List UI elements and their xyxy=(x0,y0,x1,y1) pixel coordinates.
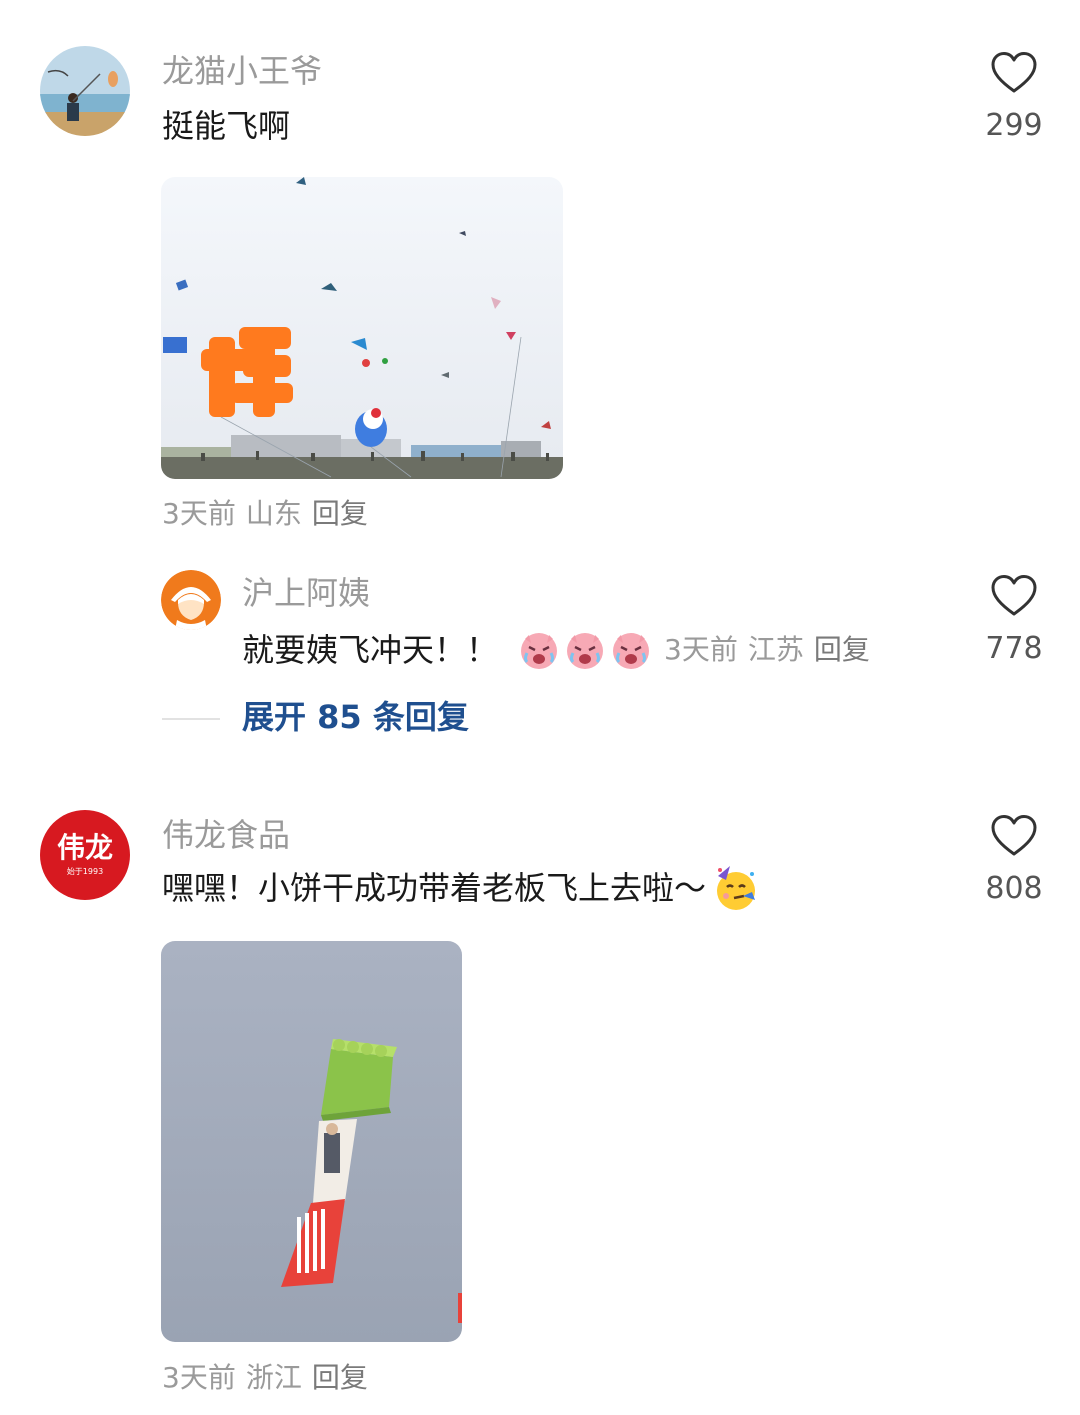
reply-time: 3天前 xyxy=(664,633,738,666)
heart-icon[interactable] xyxy=(991,815,1037,857)
biscuit-kite-photo[interactable] xyxy=(161,941,462,1342)
heart-icon[interactable] xyxy=(991,52,1037,94)
avatar[interactable] xyxy=(161,570,221,630)
comment-meta: 3天前 山东 回复 xyxy=(162,500,368,528)
avatar[interactable]: 伟龙 始于1993 xyxy=(40,810,130,900)
reply-location: 江苏 xyxy=(747,633,804,666)
kite-festival-photo[interactable] xyxy=(161,177,563,479)
reply-line: 就要姨飞冲天！！ 3天前 江苏 回复 xyxy=(242,626,870,674)
party-face-emoji-icon xyxy=(717,866,756,910)
comment-username[interactable]: 龙猫小王爷 xyxy=(162,55,322,87)
reply-button[interactable]: 回复 xyxy=(312,1361,368,1394)
crying-pig-emoji-icon xyxy=(613,633,650,669)
like-count: 299 xyxy=(985,108,1043,143)
like-count: 808 xyxy=(985,871,1043,906)
like-count: 778 xyxy=(985,631,1043,666)
avatar[interactable] xyxy=(40,46,130,136)
reply-button[interactable]: 回复 xyxy=(312,497,368,530)
heart-icon[interactable] xyxy=(991,575,1037,617)
comment-line: 嘿嘿！小饼干成功带着老板飞上去啦～ xyxy=(162,864,760,912)
reply-text: 就要姨飞冲天！！ xyxy=(242,631,499,669)
reply-username[interactable]: 沪上阿姨 xyxy=(242,577,370,609)
divider xyxy=(162,718,220,720)
comment-location: 山东 xyxy=(245,497,302,530)
comment-time: 3天前 xyxy=(162,1361,236,1394)
brand-logo-subtext: 始于1993 xyxy=(66,867,104,876)
expand-replies-link[interactable]: 展开 85 条回复 xyxy=(242,701,469,733)
comment-meta: 3天前 浙江 回复 xyxy=(162,1364,368,1392)
comment-text: 挺能飞啊 xyxy=(162,107,291,145)
brand-logo-text: 伟龙 xyxy=(56,831,113,864)
crying-pig-emoji-icon xyxy=(521,633,558,669)
comment-text: 嘿嘿！小饼干成功带着老板飞上去啦～ xyxy=(162,869,707,907)
comment-location: 浙江 xyxy=(245,1361,302,1394)
crying-pig-emoji-icon xyxy=(567,633,604,669)
reply-meta: 3天前 江苏 回复 xyxy=(664,636,870,664)
reply-button[interactable]: 回复 xyxy=(814,633,870,666)
comment-time: 3天前 xyxy=(162,497,236,530)
comment-username[interactable]: 伟龙食品 xyxy=(162,819,290,851)
